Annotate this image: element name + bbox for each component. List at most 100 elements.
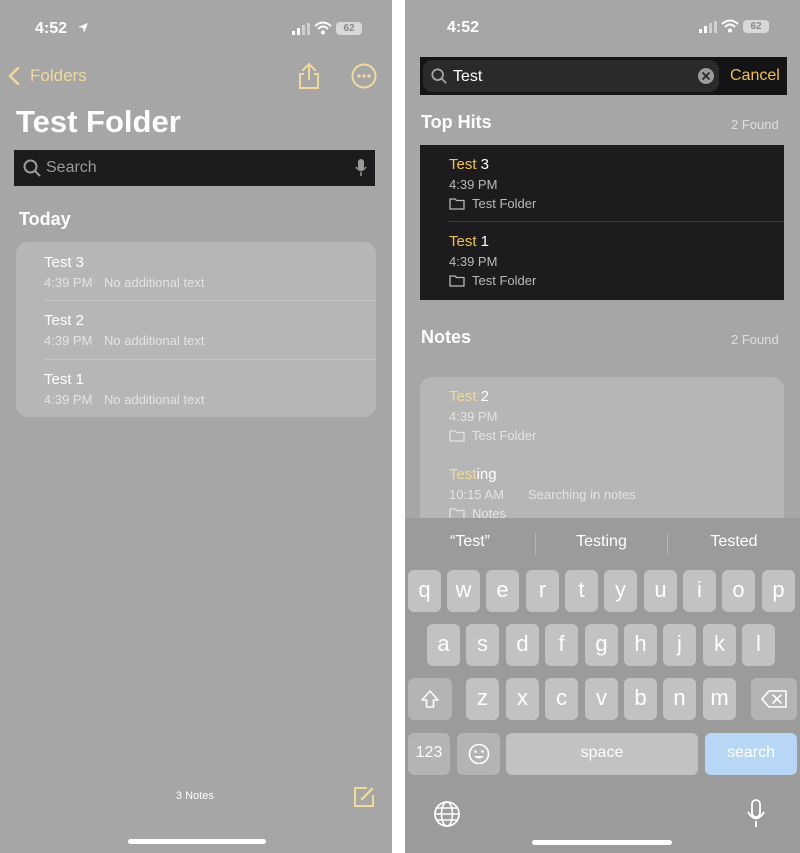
search-placeholder: Search: [46, 159, 97, 176]
note-time: 10:15 AM: [449, 487, 504, 502]
page-title: Test Folder: [16, 104, 181, 139]
key-z[interactable]: z: [466, 678, 499, 720]
clear-icon[interactable]: [698, 68, 714, 84]
suggestion-testing[interactable]: Testing: [536, 533, 667, 551]
globe-icon[interactable]: [433, 800, 461, 828]
shift-icon: [420, 689, 440, 709]
key-f[interactable]: f: [545, 624, 578, 666]
search-field[interactable]: Test: [423, 60, 719, 92]
status-time: 4:52: [447, 19, 480, 36]
note-time: 4:39 PM: [44, 392, 93, 407]
space-key[interactable]: space: [506, 733, 698, 775]
key-x[interactable]: x: [506, 678, 539, 720]
key-a[interactable]: a: [427, 624, 460, 666]
note-title: Test 1: [44, 371, 85, 388]
key-m[interactable]: m: [703, 678, 736, 720]
home-indicator[interactable]: [128, 839, 266, 844]
dictation-icon[interactable]: [746, 799, 766, 829]
key-w[interactable]: w: [447, 570, 480, 612]
search-bar[interactable]: Search: [14, 150, 375, 186]
note-preview: No additional text: [104, 392, 205, 407]
key-n[interactable]: n: [663, 678, 696, 720]
right-screen: 4:52 62 Test Cancel Top Hits 2 Found Tes…: [405, 0, 800, 853]
battery-indicator: 62: [336, 22, 362, 35]
top-hits-list: Test 3 4:39 PM Test Folder Test 1 4:39 P…: [420, 145, 784, 300]
note-title: Test 2: [449, 388, 490, 405]
key-l[interactable]: l: [742, 624, 775, 666]
note-title: Test 2: [44, 312, 85, 329]
note-title: Test 3: [44, 254, 85, 271]
list-item[interactable]: Test 3 4:39 PM Test Folder: [420, 145, 784, 221]
key-t[interactable]: t: [565, 570, 598, 612]
list-item[interactable]: Test 2 4:39 PM No additional text: [16, 301, 376, 359]
left-screen: 4:52 62 Folders Test Folder Search Today…: [0, 0, 392, 853]
notes-results-list: Test 2 4:39 PM Test Folder Testing 10:15…: [420, 377, 784, 527]
notes-count: 2 Found: [731, 332, 779, 347]
chevron-left-icon: [8, 67, 20, 85]
key-k[interactable]: k: [703, 624, 736, 666]
key-v[interactable]: v: [585, 678, 618, 720]
search-key[interactable]: search: [705, 733, 797, 775]
key-o[interactable]: o: [722, 570, 755, 612]
shift-key[interactable]: [408, 678, 452, 720]
panel-divider: [392, 0, 405, 853]
backspace-icon: [761, 690, 787, 708]
key-r[interactable]: r: [526, 570, 559, 612]
note-title: Testing: [449, 466, 497, 483]
signal-icon: [292, 23, 310, 35]
search-icon: [23, 159, 41, 177]
note-time: 4:39 PM: [44, 333, 93, 348]
search-input[interactable]: Test: [453, 68, 482, 86]
key-j[interactable]: j: [663, 624, 696, 666]
list-item[interactable]: Test 1 4:39 PM Test Folder: [420, 222, 784, 300]
search-header: Test Cancel: [420, 57, 787, 95]
list-item[interactable]: Test 2 4:39 PM Test Folder: [420, 377, 784, 455]
note-folder: Test Folder: [472, 428, 537, 443]
search-icon: [431, 68, 447, 84]
note-time: 4:39 PM: [44, 275, 93, 290]
list-item[interactable]: Testing 10:15 AM Searching in notes Note…: [420, 455, 784, 527]
delete-key[interactable]: [751, 678, 797, 720]
notes-count: 3 Notes: [176, 790, 214, 802]
key-h[interactable]: h: [624, 624, 657, 666]
wifi-icon: [314, 21, 332, 35]
key-p[interactable]: p: [762, 570, 795, 612]
emoji-icon: [468, 743, 490, 765]
key-c[interactable]: c: [545, 678, 578, 720]
note-preview: No additional text: [104, 333, 205, 348]
note-preview: No additional text: [104, 275, 205, 290]
key-e[interactable]: e: [486, 570, 519, 612]
list-item[interactable]: Test 1 4:39 PM No additional text: [16, 360, 376, 417]
top-hits-count: 2 Found: [731, 117, 779, 132]
key-s[interactable]: s: [466, 624, 499, 666]
home-indicator[interactable]: [532, 840, 672, 845]
cancel-button[interactable]: Cancel: [730, 67, 780, 85]
key-u[interactable]: u: [644, 570, 677, 612]
folder-icon: [449, 429, 465, 442]
key-d[interactable]: d: [506, 624, 539, 666]
hit-time: 4:39 PM: [449, 177, 498, 192]
key-y[interactable]: y: [604, 570, 637, 612]
wifi-icon: [721, 19, 739, 33]
key-g[interactable]: g: [585, 624, 618, 666]
microphone-icon[interactable]: [355, 158, 367, 178]
compose-icon[interactable]: [353, 786, 375, 808]
hit-title: Test 3: [449, 156, 490, 173]
list-item[interactable]: Test 3 4:39 PM No additional text: [16, 242, 376, 300]
numbers-key[interactable]: 123: [408, 733, 450, 775]
more-options-icon[interactable]: [351, 63, 377, 89]
location-arrow-icon: [77, 22, 89, 34]
key-q[interactable]: q: [408, 570, 441, 612]
suggestion-tested[interactable]: Tested: [668, 533, 800, 551]
share-icon[interactable]: [297, 62, 321, 90]
key-b[interactable]: b: [624, 678, 657, 720]
section-header-today: Today: [19, 209, 71, 229]
suggestion-quoted[interactable]: “Test”: [405, 533, 535, 551]
hit-folder: Test Folder: [472, 273, 537, 288]
notes-list: Test 3 4:39 PM No additional text Test 2…: [16, 242, 376, 417]
status-time: 4:52: [35, 20, 68, 37]
emoji-key[interactable]: [457, 733, 500, 775]
key-i[interactable]: i: [683, 570, 716, 612]
hit-folder: Test Folder: [472, 196, 537, 211]
battery-indicator: 62: [743, 20, 769, 33]
